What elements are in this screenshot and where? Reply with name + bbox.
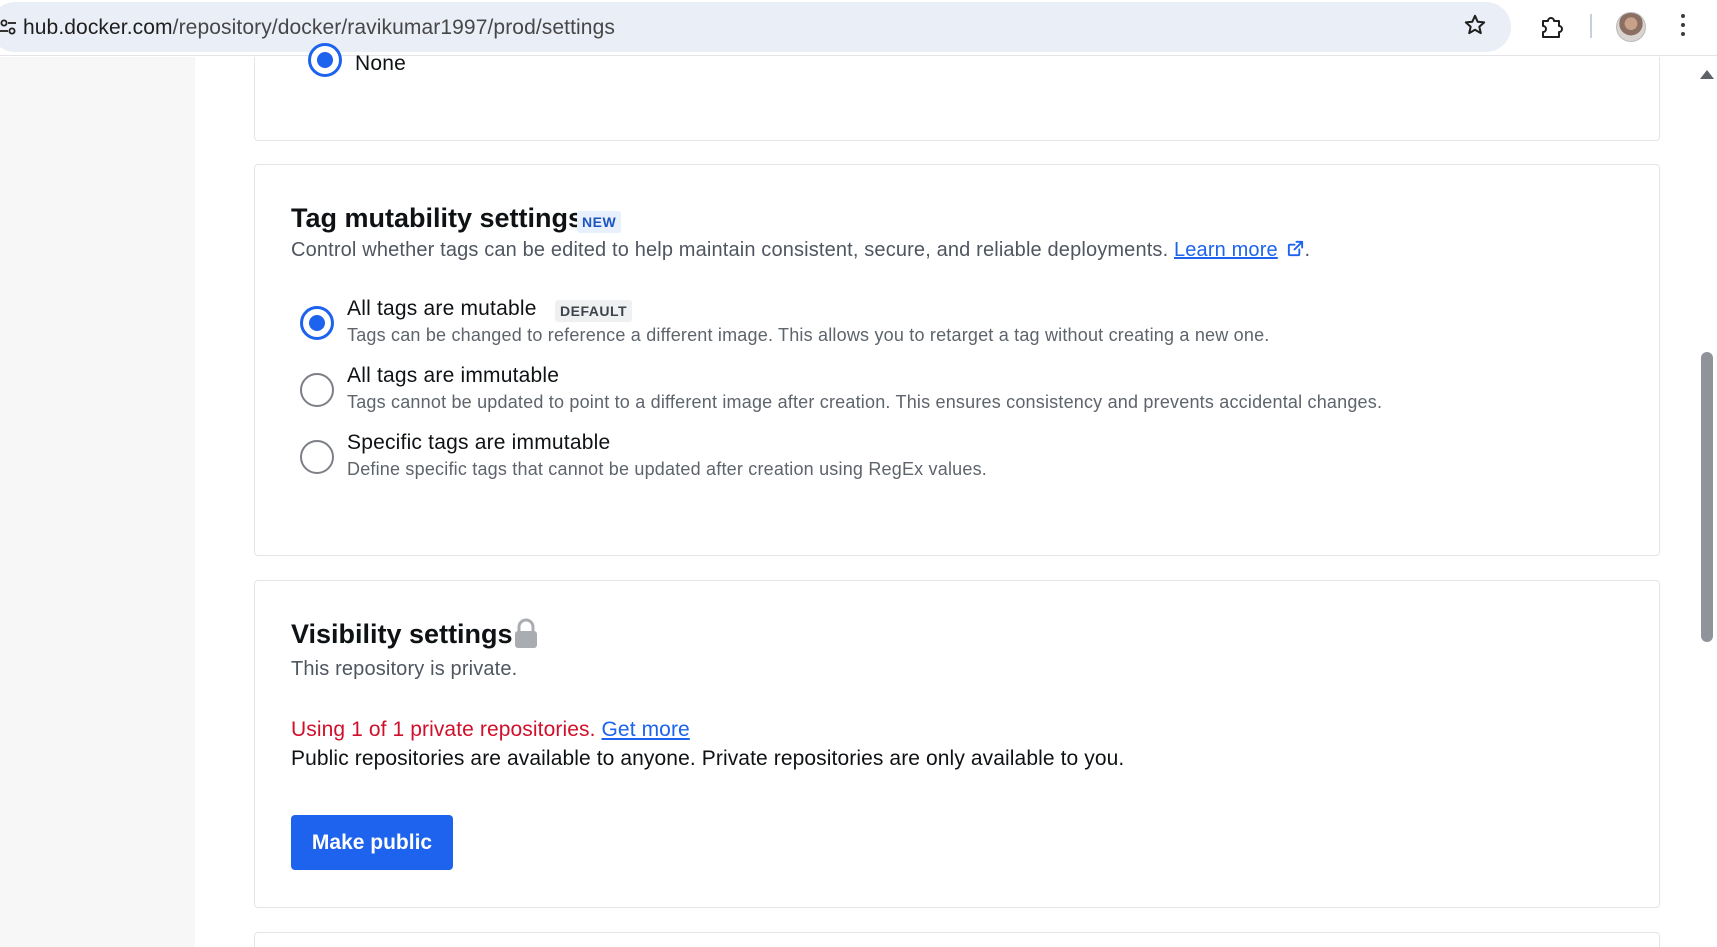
url-path: /repository/docker/ravikumar1997/prod/se… bbox=[172, 16, 615, 39]
scrollbar-thumb[interactable] bbox=[1701, 352, 1713, 642]
option-all-immutable-label[interactable]: All tags are immutable bbox=[347, 364, 559, 388]
visibility-title: Visibility settings bbox=[291, 619, 513, 649]
next-settings-card bbox=[254, 932, 1660, 947]
option-specific-immutable-label[interactable]: Specific tags are immutable bbox=[347, 431, 610, 455]
make-public-button[interactable]: Make public bbox=[291, 815, 453, 870]
tag-mutability-title: Tag mutability settings bbox=[291, 203, 584, 233]
external-link-icon[interactable] bbox=[1286, 239, 1305, 258]
option-all-mutable-description: Tags can be changed to reference a diffe… bbox=[347, 325, 1270, 345]
browser-toolbar: hub.docker.com/repository/docker/ravikum… bbox=[0, 0, 1717, 56]
option-all-mutable-label[interactable]: All tags are mutable bbox=[347, 297, 537, 321]
radio-all-immutable[interactable] bbox=[300, 373, 334, 407]
scroll-up-arrow-icon[interactable] bbox=[1700, 70, 1714, 79]
radio-specific-immutable[interactable] bbox=[300, 440, 334, 474]
visibility-info: Public repositories are available to any… bbox=[291, 747, 1125, 770]
tag-mutability-card: Tag mutability settings NEW Control whet… bbox=[254, 164, 1660, 556]
radio-all-mutable[interactable] bbox=[300, 306, 334, 340]
private-usage-warning: Using 1 of 1 private repositories. Get m… bbox=[291, 718, 690, 742]
default-badge: DEFAULT bbox=[555, 300, 633, 322]
private-usage-text: Using 1 of 1 private repositories. bbox=[291, 718, 596, 741]
url-text[interactable]: hub.docker.com/repository/docker/ravikum… bbox=[23, 16, 615, 40]
url-host: hub.docker.com bbox=[23, 16, 173, 39]
tag-mutability-description: Control whether tags can be edited to he… bbox=[291, 239, 1310, 262]
site-info-icon[interactable] bbox=[0, 18, 16, 36]
more-vert-icon[interactable] bbox=[1680, 14, 1686, 38]
get-more-link[interactable]: Get more bbox=[601, 718, 689, 741]
new-badge: NEW bbox=[577, 211, 622, 233]
extensions-puzzle-icon[interactable] bbox=[1539, 13, 1565, 39]
visibility-card: Visibility settings This repository is p… bbox=[254, 580, 1660, 908]
previous-settings-card: None bbox=[254, 43, 1660, 141]
radio-none[interactable] bbox=[308, 43, 342, 77]
profile-avatar[interactable] bbox=[1616, 12, 1646, 42]
address-bar[interactable]: hub.docker.com/repository/docker/ravikum… bbox=[0, 2, 1511, 52]
option-none-label: None bbox=[355, 52, 407, 75]
left-gutter bbox=[0, 57, 195, 947]
lock-icon bbox=[515, 618, 537, 648]
description-period: . bbox=[1304, 239, 1311, 261]
option-specific-immutable-description: Define specific tags that cannot be upda… bbox=[347, 459, 987, 479]
toolbar-divider bbox=[1590, 14, 1592, 38]
tag-mutability-description-text: Control whether tags can be edited to he… bbox=[291, 239, 1169, 261]
option-all-immutable-description: Tags cannot be updated to point to a dif… bbox=[347, 392, 1383, 412]
visibility-status: This repository is private. bbox=[291, 658, 518, 680]
bookmark-star-icon[interactable] bbox=[1463, 13, 1487, 37]
learn-more-link[interactable]: Learn more bbox=[1174, 239, 1278, 261]
